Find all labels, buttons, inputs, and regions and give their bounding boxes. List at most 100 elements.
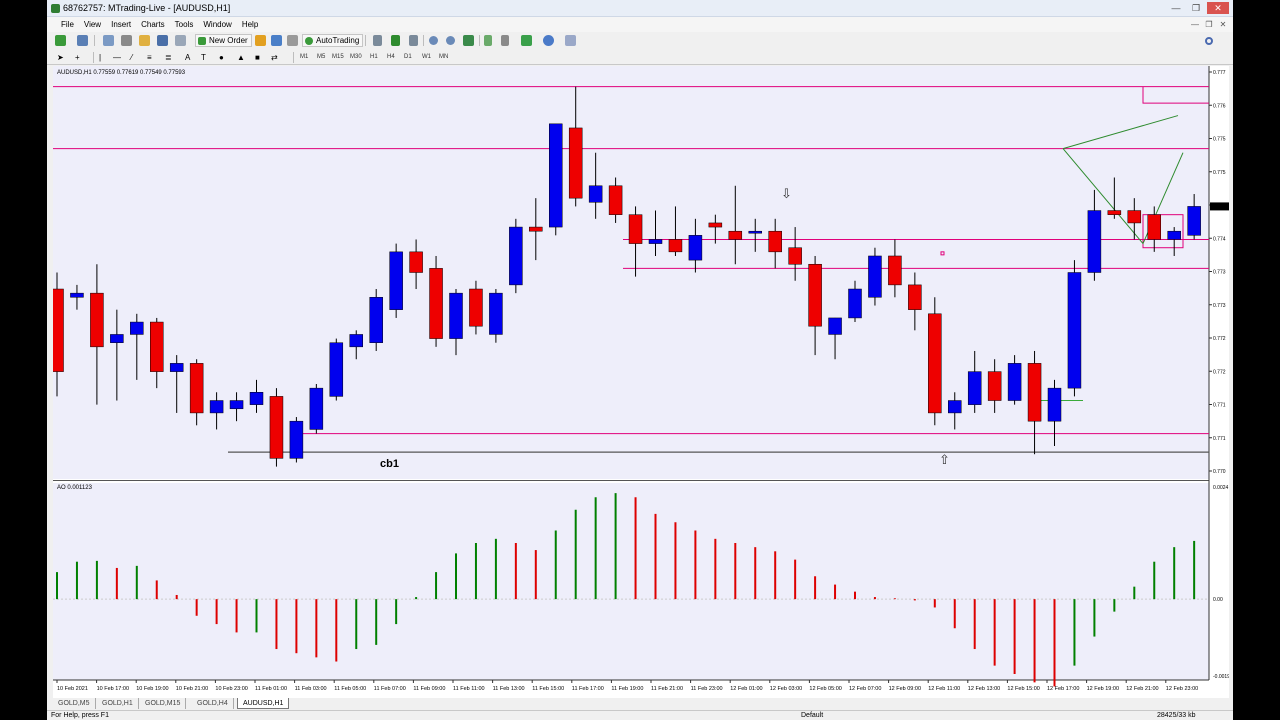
screen-edge [1233,0,1280,720]
maximize-button[interactable]: ❐ [1187,2,1205,14]
arrows-icon[interactable]: ⇄ [271,51,278,64]
candle-body [130,321,144,335]
trendline-icon[interactable]: ⁄ [131,51,132,64]
time-tick-label: 11 Feb 03:00 [295,686,327,692]
rectangle-icon[interactable]: ■ [255,51,260,64]
price-tick-label: 0.773 [1213,303,1226,309]
candle-body [289,420,304,459]
timeframe-w1[interactable]: W1 [422,51,431,63]
zoom-in-icon[interactable] [429,34,438,47]
autotrading-button[interactable]: AutoTrading [302,34,364,47]
timeframe-m15[interactable]: M15 [332,51,344,63]
candle-body [1007,363,1022,401]
candle-body [1087,210,1102,273]
candle-body [229,400,244,410]
tab-gold-h4[interactable]: GOLD,H4 [192,698,234,709]
text-icon[interactable]: A [185,51,190,64]
profiles-icon[interactable] [77,34,88,47]
candle-body [70,292,84,298]
strategy-tester-icon[interactable] [175,34,186,47]
standard-toolbar: New Order AutoTrading [47,32,1233,49]
horizontal-line-icon[interactable]: — [113,51,121,64]
chart-shift-icon[interactable] [501,34,509,47]
metaeditor-icon[interactable] [255,34,266,47]
menu-view[interactable]: View [79,17,106,32]
fibonacci-icon[interactable]: ≣ [165,51,172,64]
tab-audusd-h1[interactable]: AUDUSD,H1 [237,698,290,709]
candle-body [150,321,164,372]
timeframe-m1[interactable]: M1 [300,51,308,63]
indicators-icon[interactable] [521,34,532,47]
timeframe-m30[interactable]: M30 [350,51,362,63]
chart-window[interactable]: ⇩ ⇧ AUDUSD,H1 0.77559 0.77619 0.77549 0.77… [53,66,1229,698]
mdi-restore-button[interactable]: ❐ [1203,19,1215,30]
price-tick-label: 0.772 [1213,369,1226,375]
time-tick-label: 11 Feb 07:00 [374,686,406,692]
indicator-tick-label: 0.0024 [1213,485,1229,491]
candle-body [369,297,383,343]
candle-body [628,214,643,244]
vertical-line-icon[interactable]: | [99,51,101,64]
market-watch-icon[interactable] [103,34,114,47]
candle-body [329,342,344,397]
minimize-button[interactable]: — [1167,2,1185,14]
ellipse-icon[interactable]: ● [219,51,224,64]
mdi-minimize-button[interactable]: — [1189,19,1201,30]
candle-body [1107,210,1122,215]
time-tick-label: 11 Feb 11:00 [453,686,485,692]
templates-icon[interactable] [565,34,576,47]
chart-canvas[interactable]: ⇩ ⇧ AUDUSD,H1 0.77559 0.77619 0.77549 0.77… [53,66,1229,698]
candle-body [189,363,204,414]
tab-gold-m15[interactable]: GOLD,M15 [140,698,187,709]
search-icon[interactable] [1205,34,1213,47]
candle-body [648,239,663,244]
new-order-button[interactable]: New Order [195,34,252,47]
candle-body [269,396,284,459]
line-chart-icon[interactable] [409,34,418,47]
menu-file[interactable]: File [47,17,79,32]
menu-insert[interactable]: Insert [106,17,136,32]
timeframe-h1[interactable]: H1 [370,51,378,63]
status-profile: Default [801,712,824,719]
bar-chart-icon[interactable] [373,34,382,47]
price-tick-label: 0.771 [1213,436,1226,442]
terminal-icon[interactable] [157,34,168,47]
time-tick-label: 11 Feb 23:00 [691,686,723,692]
timeframe-h4[interactable]: H4 [387,51,395,63]
candle-body [728,230,743,240]
signals-icon[interactable] [287,34,298,47]
tab-gold-m5[interactable]: GOLD,M5 [53,698,96,709]
candle-body [788,247,802,265]
zoom-out-icon[interactable] [446,34,455,47]
candle-body [409,251,423,273]
market-icon[interactable] [271,34,282,47]
channel-icon[interactable]: ≡ [147,51,152,64]
mdi-close-button[interactable]: ✕ [1217,19,1229,30]
triangle-icon[interactable]: ▲ [237,51,245,64]
new-chart-icon[interactable] [55,34,66,47]
timeframe-m5[interactable]: M5 [317,51,325,63]
cursor-icon[interactable]: ➤ [57,51,64,64]
menu-charts[interactable]: Charts [136,17,170,32]
price-tick-label: 0.770 [1213,469,1226,475]
candlestick-icon[interactable] [391,34,400,47]
tab-gold-h1[interactable]: GOLD,H1 [97,698,139,709]
candle-body [987,371,1002,401]
close-button[interactable]: ✕ [1207,2,1229,14]
crosshair-icon[interactable]: + [75,51,80,64]
auto-scroll-icon[interactable] [484,34,492,47]
timeframe-d1[interactable]: D1 [404,51,412,63]
navigator-icon[interactable] [139,34,150,47]
tile-windows-icon[interactable] [463,34,474,47]
menu-window[interactable]: Window [198,17,236,32]
indicator-tick-label: -0.0019 [1213,674,1229,680]
text-label-icon[interactable]: T [201,51,206,64]
timeframe-mn[interactable]: MN [439,51,448,63]
candle-body [708,222,723,228]
periods-icon[interactable] [543,34,554,47]
data-window-icon[interactable] [121,34,132,47]
price-tick-label: 0.773 [1213,270,1226,276]
menu-help[interactable]: Help [237,17,263,32]
candle-body [549,123,563,228]
menu-tools[interactable]: Tools [170,17,199,32]
